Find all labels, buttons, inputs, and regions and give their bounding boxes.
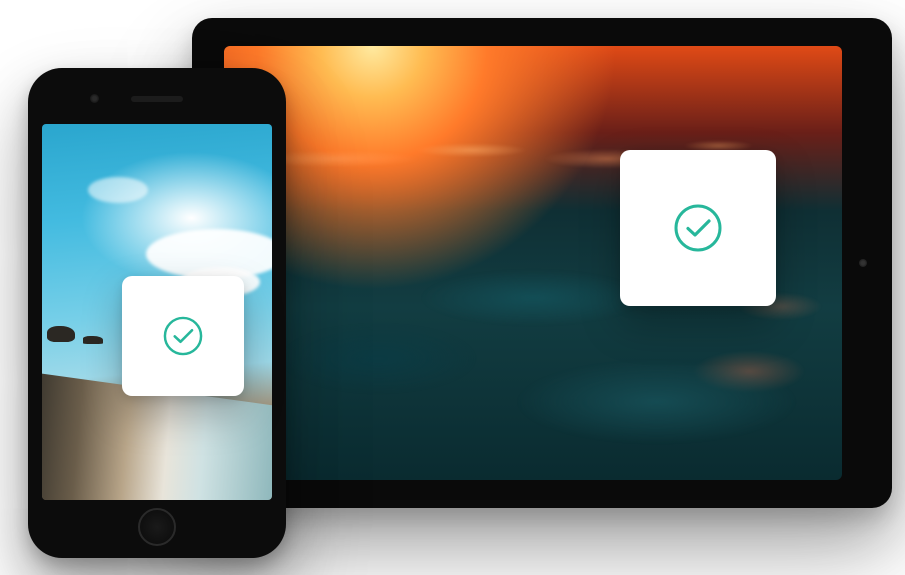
phone-success-badge xyxy=(122,276,244,396)
check-circle-icon xyxy=(160,313,206,359)
phone-wallpaper xyxy=(47,326,75,342)
phone-home-button[interactable] xyxy=(138,508,176,546)
check-circle-icon xyxy=(670,200,726,256)
phone-speaker-icon xyxy=(131,96,183,102)
phone-wallpaper xyxy=(88,177,148,203)
tablet-success-badge xyxy=(620,150,776,306)
device-mockup-stage xyxy=(0,0,905,575)
tablet-camera-icon xyxy=(859,259,867,267)
phone-camera-icon xyxy=(90,94,99,103)
phone-device xyxy=(28,68,286,558)
tablet-device xyxy=(192,18,892,508)
